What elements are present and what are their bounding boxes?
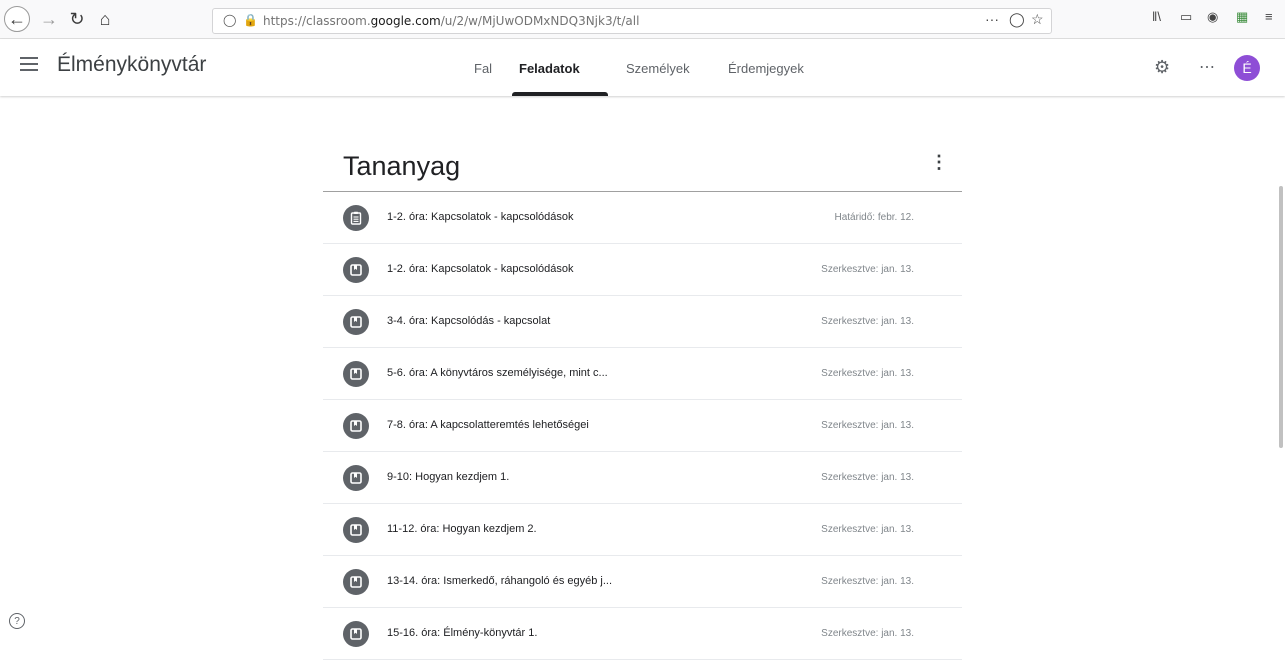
tab-grades[interactable]: Érdemjegyek (728, 61, 804, 76)
lock-icon[interactable]: 🔒 (243, 13, 258, 27)
material-icon (343, 569, 369, 595)
back-arrow-icon[interactable]: ← (4, 6, 30, 32)
material-icon (343, 517, 369, 543)
list-item[interactable]: 15-16. óra: Élmény-könyvtár 1. Szerkesztv… (323, 608, 962, 660)
topic-title: Tananyag (343, 151, 461, 181)
address-bar[interactable]: ◯ 🔒 https://classroom.google.com/u/2/w/M… (212, 8, 1052, 34)
list-item-title[interactable]: 9-10: Hogyan kezdjem 1. (387, 471, 509, 483)
list-item-date: Szerkesztve: jan. 13. (821, 472, 914, 483)
list-item-title[interactable]: 15-16. óra: Élmény-könyvtár 1. (387, 627, 537, 639)
list-item-title[interactable]: 5-6. óra: A könyvtáros személyisége, min… (387, 367, 608, 379)
list-item[interactable]: 5-6. óra: A könyvtáros személyisége, min… (323, 348, 962, 400)
list-item-title[interactable]: 1-2. óra: Kapcsolatok - kapcsolódások (387, 263, 574, 275)
material-icon (343, 309, 369, 335)
list-item-title[interactable]: 1-2. óra: Kapcsolatok - kapcsolódások (387, 211, 574, 223)
more-actions-icon[interactable]: ··· (985, 11, 999, 27)
list-item[interactable]: 11-12. óra: Hogyan kezdjem 2. Szerkesztve… (323, 504, 962, 556)
list-item-title[interactable]: 13-14. óra: Ismerkedő, ráhangoló és egyé… (387, 575, 612, 587)
browser-toolbar: ← → ↻ ⌂ ◯ 🔒 https://classroom.google.com… (0, 0, 1285, 39)
material-icon (343, 621, 369, 647)
apps-grid-icon[interactable]: ⋯ (1199, 57, 1215, 77)
url-domain: google.com (370, 14, 441, 28)
sidebar-icon[interactable]: ▭ (1180, 9, 1192, 25)
url-text: https://classroom.google.com/u/2/w/MjUwO… (263, 14, 639, 28)
list-item[interactable]: 3-4. óra: Kapcsolódás - kapcsolat Szerkes… (323, 296, 962, 348)
settings-gear-icon[interactable]: ⚙ (1154, 57, 1170, 78)
tab-people[interactable]: Személyek (626, 61, 690, 76)
list-item[interactable]: 1-2. óra: Kapcsolatok - kapcsolódások Hat… (323, 192, 962, 244)
list-item-date: Szerkesztve: jan. 13. (821, 420, 914, 431)
tab-classwork[interactable]: Feladatok (519, 61, 580, 76)
list-item-date: Szerkesztve: jan. 13. (821, 316, 914, 327)
extension-icon[interactable]: ▦ (1236, 9, 1248, 25)
list-item[interactable]: 13-14. óra: Ismerkedő, ráhangoló és egyé… (323, 556, 962, 608)
classroom-header: Élménykönyvtár Fal Feladatok Személyek É… (0, 39, 1285, 96)
list-item-title[interactable]: 11-12. óra: Hogyan kezdjem 2. (387, 523, 537, 535)
url-prefix: https://classroom. (263, 14, 371, 28)
list-item-title[interactable]: 7-8. óra: A kapcsolatteremtés lehetősége… (387, 419, 589, 431)
account-icon[interactable]: ◉ (1207, 9, 1218, 25)
material-icon (343, 413, 369, 439)
active-tab-indicator (512, 92, 608, 96)
assignment-icon (343, 205, 369, 231)
library-icon[interactable]: ‖\ (1152, 9, 1161, 24)
list-item-date: Határidő: febr. 12. (834, 212, 915, 223)
tab-stream[interactable]: Fal (474, 61, 492, 76)
list-item-date: Szerkesztve: jan. 13. (821, 264, 914, 275)
forward-arrow-icon[interactable]: → (36, 6, 62, 32)
class-title[interactable]: Élménykönyvtár (57, 53, 206, 77)
list-item[interactable]: 7-8. óra: A kapcsolatteremtés lehetősége… (323, 400, 962, 452)
shield-icon[interactable]: ◯ (223, 13, 236, 27)
main-menu-icon[interactable] (20, 57, 38, 71)
list-item-title[interactable]: 3-4. óra: Kapcsolódás - kapcsolat (387, 315, 550, 327)
material-icon (343, 361, 369, 387)
list-item[interactable]: 1-2. óra: Kapcsolatok - kapcsolódások Sze… (323, 244, 962, 296)
bookmark-star-icon[interactable]: ☆ (1031, 11, 1044, 28)
reload-icon[interactable]: ↻ (64, 6, 90, 32)
topic-more-icon[interactable]: ⋮ (930, 152, 948, 173)
classwork-list: 1-2. óra: Kapcsolatok - kapcsolódások Hat… (323, 192, 962, 660)
pocket-icon[interactable]: ◯ (1009, 11, 1025, 28)
list-item-date: Szerkesztve: jan. 13. (821, 368, 914, 379)
browser-menu-icon[interactable]: ≡ (1265, 9, 1273, 24)
url-path: /u/2/w/MjUwODMxNDQ3Njk3/t/all (440, 14, 640, 28)
list-item[interactable]: 9-10: Hogyan kezdjem 1. Szerkesztve: jan.… (323, 452, 962, 504)
list-item-date: Szerkesztve: jan. 13. (821, 628, 914, 639)
material-icon (343, 257, 369, 283)
scrollbar[interactable] (1279, 186, 1283, 448)
list-item-date: Szerkesztve: jan. 13. (821, 524, 914, 535)
home-icon[interactable]: ⌂ (92, 6, 118, 32)
material-icon (343, 465, 369, 491)
help-icon[interactable]: ? (9, 613, 25, 629)
avatar[interactable]: É (1234, 55, 1260, 81)
list-item-date: Szerkesztve: jan. 13. (821, 576, 914, 587)
